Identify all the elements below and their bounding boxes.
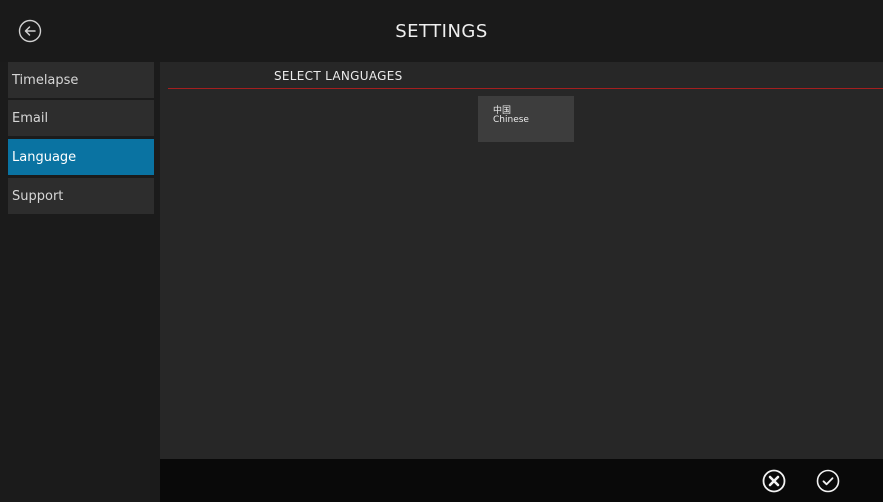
page-title: SETTINGS bbox=[395, 21, 488, 42]
main-panel: SELECT LANGUAGES 中国 Chinese bbox=[160, 62, 883, 459]
language-option-chinese[interactable]: 中国 Chinese bbox=[478, 96, 574, 142]
sidebar-item-email[interactable]: Email bbox=[8, 100, 154, 136]
sidebar-item-support[interactable]: Support bbox=[8, 178, 154, 214]
sidebar: Timelapse Email Language Support bbox=[0, 62, 157, 502]
confirm-button[interactable] bbox=[816, 469, 840, 493]
sidebar-item-timelapse[interactable]: Timelapse bbox=[8, 62, 154, 98]
cancel-button[interactable] bbox=[762, 469, 786, 493]
language-english-name: Chinese bbox=[493, 115, 529, 125]
section-title: SELECT LANGUAGES bbox=[274, 69, 403, 83]
cancel-circle-icon bbox=[762, 469, 786, 493]
top-bar: SETTINGS bbox=[0, 0, 883, 62]
section-divider bbox=[168, 88, 883, 89]
sidebar-item-language[interactable]: Language bbox=[8, 139, 154, 175]
footer-bar bbox=[160, 459, 883, 502]
check-circle-icon bbox=[816, 469, 840, 493]
